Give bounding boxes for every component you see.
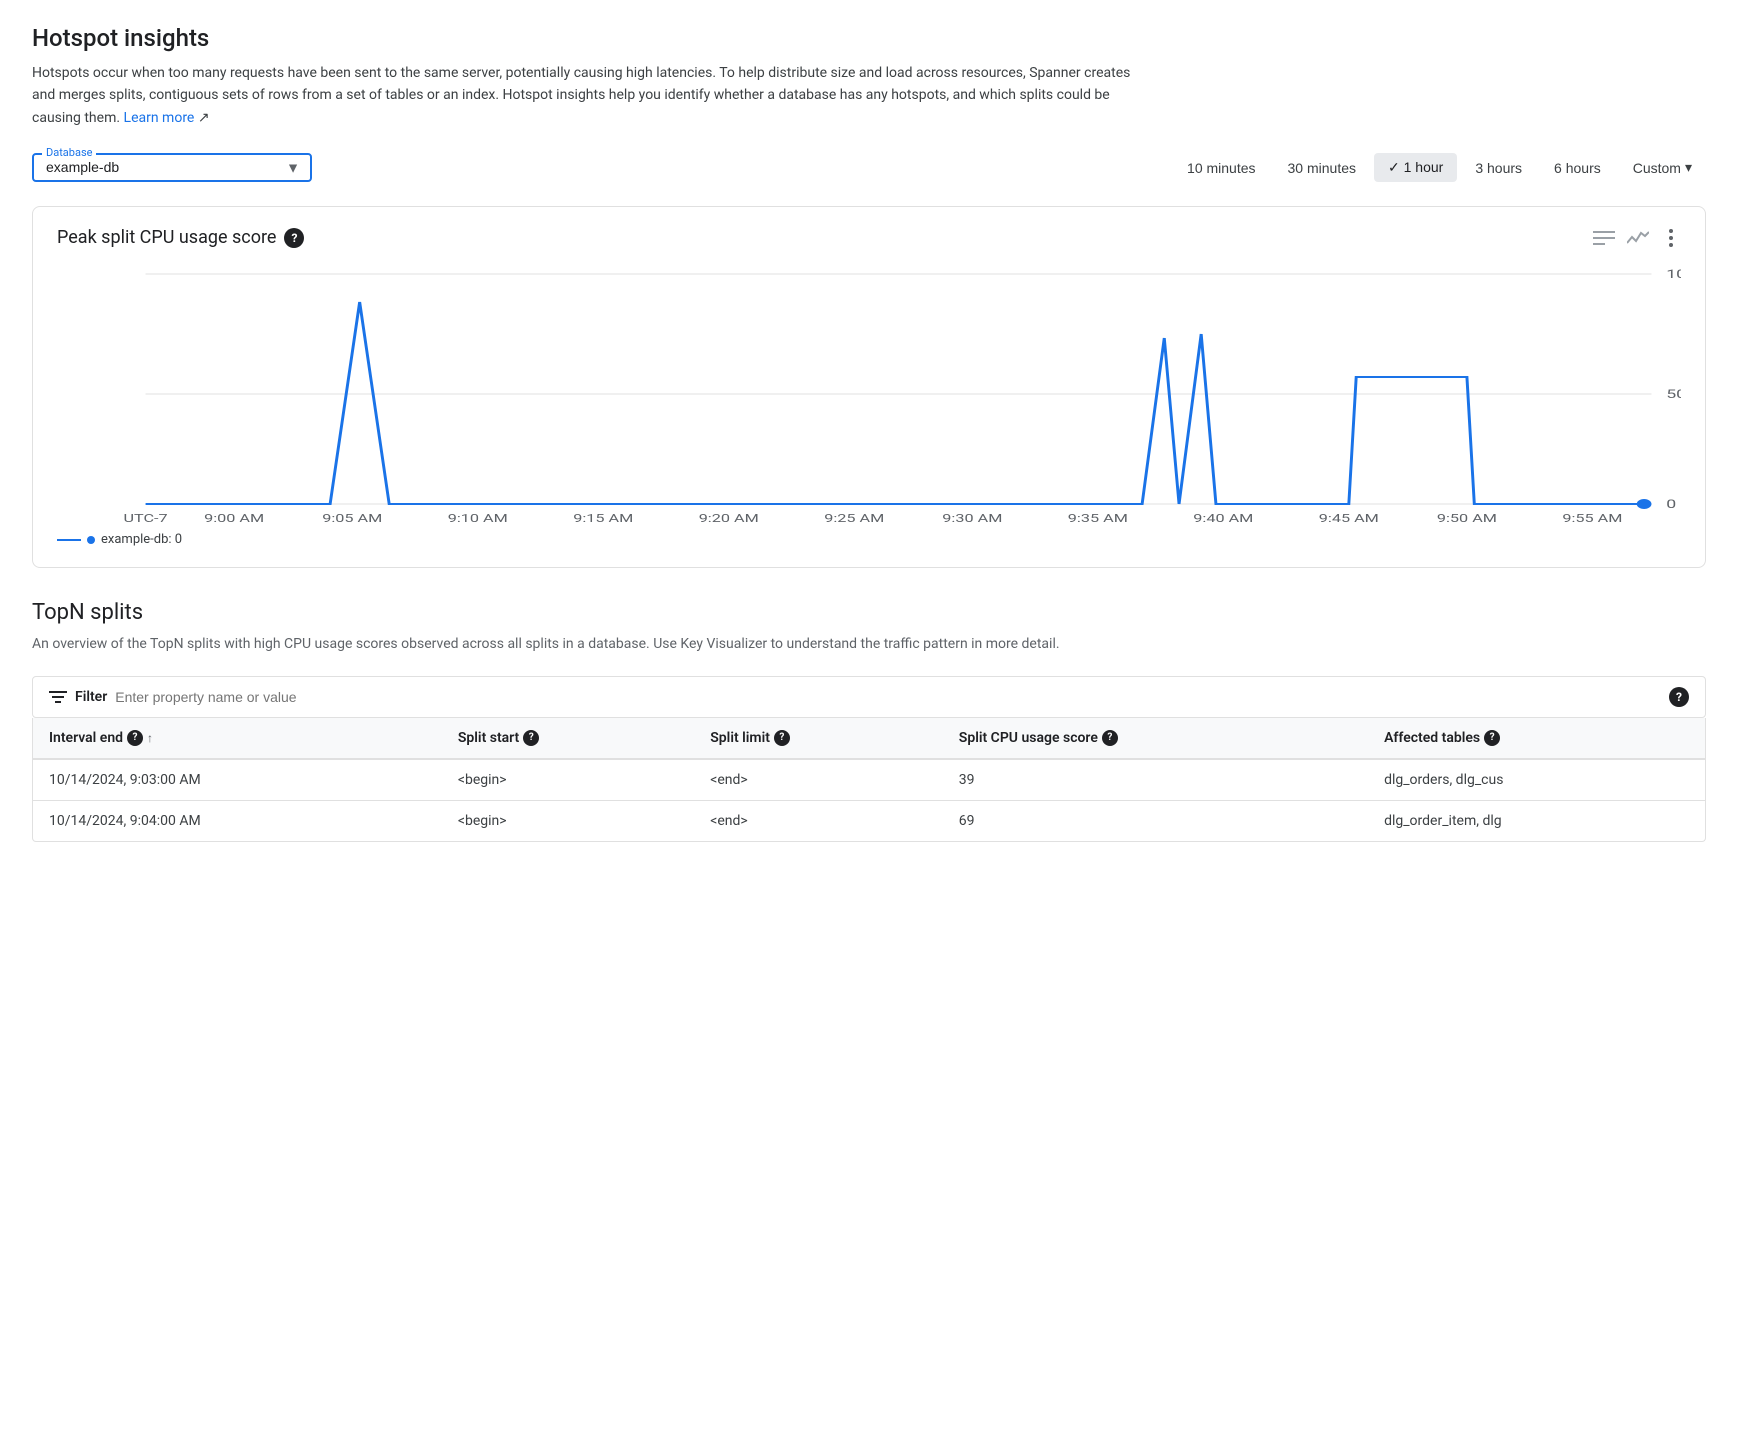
svg-text:9:15 AM: 9:15 AM (573, 513, 633, 525)
more-options-button[interactable] (1661, 228, 1681, 248)
topn-table: Interval end ? ↑ Split start ? Spl (33, 718, 1705, 841)
chart-end-dot (1637, 499, 1652, 509)
svg-text:50: 50 (1666, 387, 1681, 401)
col-help-split-start[interactable]: ? (523, 730, 539, 746)
svg-text:9:10 AM: 9:10 AM (448, 513, 508, 525)
col-help-cpu-score[interactable]: ? (1102, 730, 1118, 746)
time-range-selector: 10 minutes 30 minutes ✓ 1 hour 3 hours 6… (1173, 153, 1706, 182)
col-header-interval-end: Interval end ? ↑ (33, 718, 442, 759)
database-selector: Database example-db ▼ (32, 153, 312, 182)
filter-label: Filter (75, 689, 107, 705)
cell-cpu-score-1: 39 (943, 759, 1368, 801)
filter-bar: Filter ? (32, 676, 1706, 718)
col-header-cpu-score: Split CPU usage score ? (943, 718, 1368, 759)
filter-help-icon[interactable]: ? (1669, 687, 1689, 707)
chart-header: Peak split CPU usage score ? (57, 227, 1681, 248)
learn-more-link[interactable]: Learn more (124, 110, 195, 126)
time-btn-1hour[interactable]: ✓ 1 hour (1374, 153, 1457, 182)
svg-text:9:05 AM: 9:05 AM (322, 513, 382, 525)
page-title: Hotspot insights (32, 24, 1706, 52)
cell-affected-tables-1: dlg_orders, dlg_cus (1368, 759, 1705, 801)
svg-text:9:45 AM: 9:45 AM (1319, 513, 1379, 525)
cell-affected-tables-2: dlg_order_item, dlg (1368, 800, 1705, 841)
svg-text:0: 0 (1666, 497, 1676, 511)
svg-text:9:50 AM: 9:50 AM (1437, 513, 1497, 525)
time-btn-30min[interactable]: 30 minutes (1274, 154, 1370, 182)
cell-split-start-1: <begin> (442, 759, 694, 801)
topn-description: An overview of the TopN splits with high… (32, 633, 1706, 655)
svg-text:100: 100 (1666, 267, 1681, 281)
table-body: 10/14/2024, 9:03:00 AM <begin> <end> 39 … (33, 759, 1705, 841)
topn-table-wrapper: Interval end ? ↑ Split start ? Spl (32, 718, 1706, 842)
page-description: Hotspots occur when too many requests ha… (32, 62, 1132, 129)
chart-svg: 100 50 0 UTC-7 9:00 AM 9:05 AM 9:10 AM 9… (57, 264, 1681, 524)
legend-line-indicator (57, 539, 81, 541)
legend-dot-indicator (87, 536, 95, 544)
controls-row: Database example-db ▼ 10 minutes 30 minu… (32, 153, 1706, 182)
col-header-affected-tables: Affected tables ? (1368, 718, 1705, 759)
svg-text:9:30 AM: 9:30 AM (942, 513, 1002, 525)
chart-container: 100 50 0 UTC-7 9:00 AM 9:05 AM 9:10 AM 9… (57, 264, 1681, 524)
svg-text:9:00 AM: 9:00 AM (204, 513, 264, 525)
cell-split-limit-1: <end> (694, 759, 943, 801)
col-help-interval-end[interactable]: ? (127, 730, 143, 746)
time-btn-3hours[interactable]: 3 hours (1461, 154, 1536, 182)
cell-interval-end-1: 10/14/2024, 9:03:00 AM (33, 759, 442, 801)
database-label: Database (42, 146, 96, 159)
chart-legend: example-db: 0 (57, 532, 1681, 547)
filter-input[interactable] (115, 689, 375, 705)
legend-label: example-db: 0 (101, 532, 182, 547)
table-header-row: Interval end ? ↑ Split start ? Spl (33, 718, 1705, 759)
chart-type-icon[interactable] (1627, 229, 1649, 247)
svg-text:9:40 AM: 9:40 AM (1193, 513, 1253, 525)
cell-split-start-2: <begin> (442, 800, 694, 841)
svg-text:9:20 AM: 9:20 AM (699, 513, 759, 525)
database-dropdown[interactable]: example-db (46, 159, 298, 175)
chart-line (146, 302, 1645, 504)
time-btn-custom[interactable]: Custom ▾ (1619, 153, 1706, 182)
svg-text:9:35 AM: 9:35 AM (1068, 513, 1128, 525)
chart-title: Peak split CPU usage score (57, 227, 276, 248)
sort-icon-interval-end[interactable]: ↑ (147, 731, 153, 745)
time-btn-6hours[interactable]: 6 hours (1540, 154, 1615, 182)
filter-icon (49, 690, 67, 704)
time-btn-10min[interactable]: 10 minutes (1173, 154, 1269, 182)
col-header-split-start: Split start ? (442, 718, 694, 759)
table-row: 10/14/2024, 9:04:00 AM <begin> <end> 69 … (33, 800, 1705, 841)
chart-help-icon[interactable]: ? (284, 228, 304, 248)
custom-dropdown-arrow-icon: ▾ (1685, 159, 1692, 176)
svg-text:UTC-7: UTC-7 (123, 513, 167, 525)
chart-title-row: Peak split CPU usage score ? (57, 227, 304, 248)
legend-icon[interactable] (1593, 229, 1615, 247)
table-row: 10/14/2024, 9:03:00 AM <begin> <end> 39 … (33, 759, 1705, 801)
topn-section: TopN splits An overview of the TopN spli… (32, 600, 1706, 841)
svg-text:9:25 AM: 9:25 AM (824, 513, 884, 525)
svg-text:9:55 AM: 9:55 AM (1562, 513, 1622, 525)
cell-cpu-score-2: 69 (943, 800, 1368, 841)
col-help-affected-tables[interactable]: ? (1484, 730, 1500, 746)
cell-split-limit-2: <end> (694, 800, 943, 841)
topn-title: TopN splits (32, 600, 1706, 625)
filter-left: Filter (49, 689, 375, 705)
chart-card: Peak split CPU usage score ? (32, 206, 1706, 568)
cell-interval-end-2: 10/14/2024, 9:04:00 AM (33, 800, 442, 841)
chart-actions (1593, 228, 1681, 248)
col-header-split-limit: Split limit ? (694, 718, 943, 759)
col-help-split-limit[interactable]: ? (774, 730, 790, 746)
